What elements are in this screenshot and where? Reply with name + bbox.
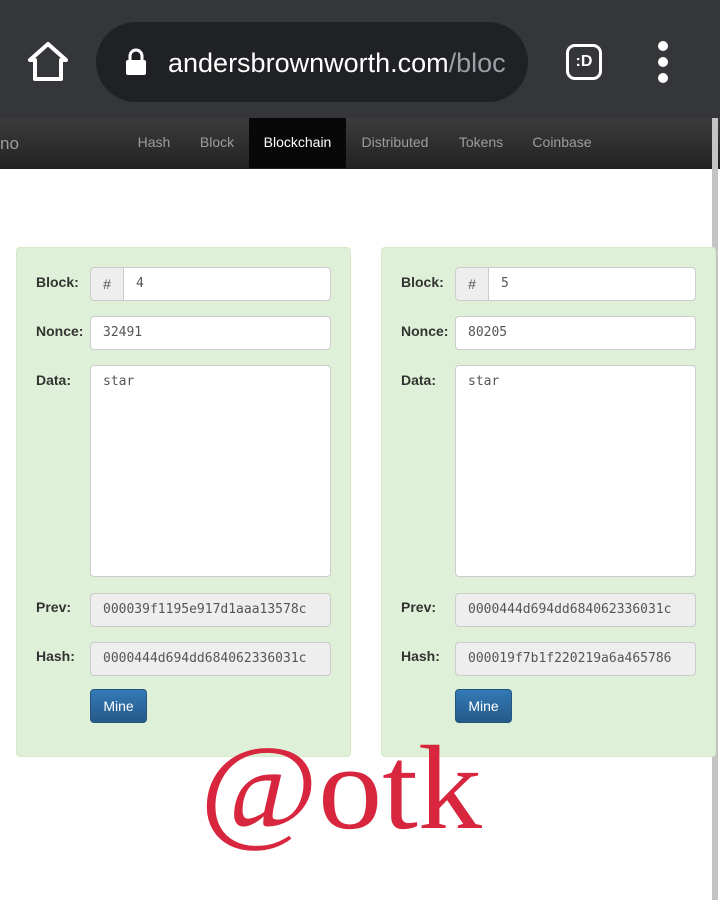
hash-sign-addon: #	[90, 267, 124, 301]
home-icon[interactable]	[26, 40, 70, 84]
data-textarea[interactable]: star	[90, 365, 331, 577]
prev-label: Prev:	[36, 599, 72, 615]
block-panel: Block: # 5 Nonce: 80205 Data: star Prev:…	[381, 247, 716, 757]
mine-button[interactable]: Mine	[455, 689, 512, 723]
url-text[interactable]: andersbrownworth.com/bloc	[168, 44, 512, 82]
prev-label: Prev:	[401, 599, 437, 615]
hash-label: Hash:	[36, 648, 75, 664]
hash-field: 000019f7b1f220219a6a465786	[455, 642, 696, 676]
watermark: @otk	[200, 721, 482, 854]
nonce-input[interactable]: 32491	[90, 316, 331, 350]
block-number-input[interactable]: 5	[488, 267, 696, 301]
prev-hash-field: 0000444d694dd684062336031c	[455, 593, 696, 627]
block-panel: Block: # 4 Nonce: 32491 Data: star Prev:…	[16, 247, 351, 757]
block-label: Block:	[401, 274, 444, 290]
url-path: /bloc	[448, 48, 506, 78]
site-navbar: no Hash Block Blockchain Distributed Tok…	[0, 118, 720, 169]
nav-hash[interactable]: Hash	[124, 118, 184, 168]
url-host: andersbrownworth.com	[168, 48, 449, 78]
hash-label: Hash:	[401, 648, 440, 664]
prev-hash-field: 000039f1195e917d1aaa13578c	[90, 593, 331, 627]
watermark-text: @otk	[200, 721, 482, 854]
data-textarea[interactable]: star	[455, 365, 696, 577]
nonce-label: Nonce:	[401, 323, 449, 339]
nonce-label: Nonce:	[36, 323, 84, 339]
nav-block[interactable]: Block	[188, 118, 246, 168]
brand-fragment[interactable]: no	[0, 118, 19, 169]
extension-icon[interactable]: :D	[566, 44, 602, 80]
lock-icon	[126, 48, 146, 75]
nav-blockchain[interactable]: Blockchain	[249, 118, 346, 168]
mine-button[interactable]: Mine	[90, 689, 147, 723]
hash-field: 0000444d694dd684062336031c	[90, 642, 331, 676]
hash-sign-addon: #	[455, 267, 489, 301]
block-number-input[interactable]: 4	[123, 267, 331, 301]
block-label: Block:	[36, 274, 79, 290]
data-label: Data:	[36, 372, 72, 388]
nav-coinbase[interactable]: Coinbase	[522, 118, 602, 168]
nav-distributed[interactable]: Distributed	[350, 118, 440, 168]
data-label: Data:	[401, 372, 437, 388]
more-vert-icon[interactable]	[652, 40, 676, 84]
nonce-input[interactable]: 80205	[455, 316, 696, 350]
nav-tokens[interactable]: Tokens	[446, 118, 516, 168]
